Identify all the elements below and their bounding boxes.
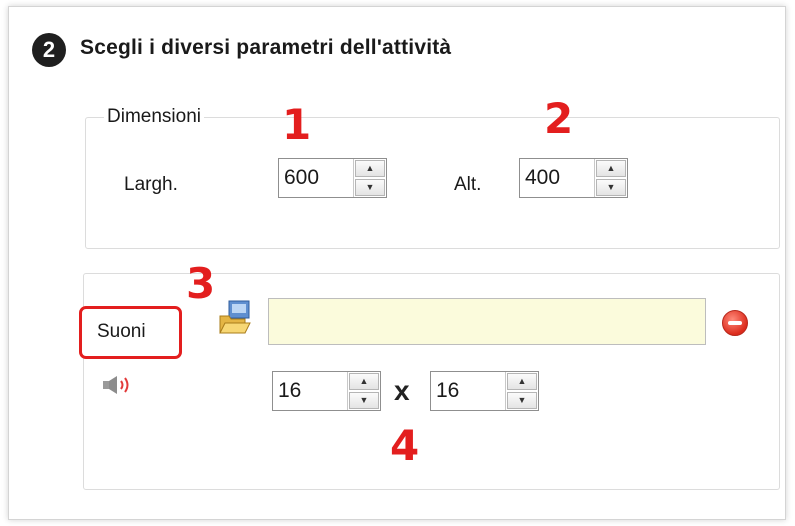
width-spinner[interactable]: 600 ▲ ▼ [278, 158, 387, 198]
step-title: Scegli i diversi parametri dell'attività [80, 36, 452, 59]
annotation-marker-4: 4 [390, 421, 420, 470]
width-value[interactable]: 600 [279, 159, 353, 197]
spin-down-arrow-icon[interactable]: ▼ [349, 392, 379, 409]
height-label: Alt. [454, 174, 482, 195]
dimensions-groupbox [85, 117, 780, 249]
annotation-marker-2: 2 [544, 94, 574, 143]
sound-file-input[interactable] [268, 298, 706, 345]
height-value[interactable]: 400 [520, 159, 594, 197]
speaker-icon [102, 374, 136, 396]
sound-size-width-spinner[interactable]: 16 ▲ ▼ [272, 371, 381, 411]
annotation-marker-3: 3 [186, 259, 216, 308]
sound-size-height-spinner[interactable]: 16 ▲ ▼ [430, 371, 539, 411]
annotation-marker-1: 1 [282, 100, 312, 149]
dimensions-legend: Dimensioni [104, 106, 204, 128]
folder-open-icon[interactable] [217, 300, 253, 336]
spin-up-arrow-icon[interactable]: ▲ [349, 373, 379, 390]
sound-size-height-value[interactable]: 16 [431, 372, 505, 410]
spin-down-arrow-icon[interactable]: ▼ [596, 179, 626, 196]
step-number-badge: 2 [32, 33, 66, 67]
width-label: Largh. [124, 174, 178, 195]
spin-up-arrow-icon[interactable]: ▲ [507, 373, 537, 390]
size-separator: x [394, 375, 410, 406]
height-spinner[interactable]: 400 ▲ ▼ [519, 158, 628, 198]
spin-up-arrow-icon[interactable]: ▲ [355, 160, 385, 177]
spin-up-arrow-icon[interactable]: ▲ [596, 160, 626, 177]
remove-icon[interactable] [722, 310, 748, 336]
spin-down-arrow-icon[interactable]: ▼ [507, 392, 537, 409]
sound-size-width-value[interactable]: 16 [273, 372, 347, 410]
sounds-label: Suoni [97, 321, 146, 342]
spin-down-arrow-icon[interactable]: ▼ [355, 179, 385, 196]
